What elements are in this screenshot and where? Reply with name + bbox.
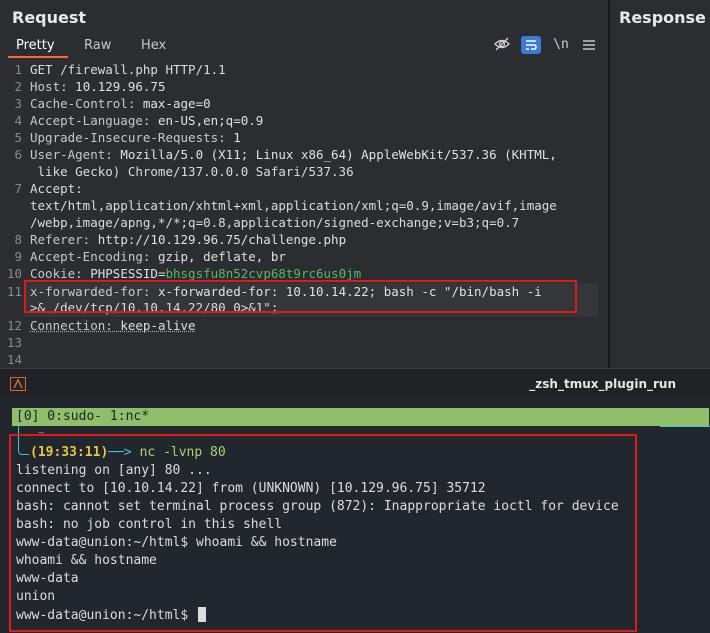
header-value: gzip, deflate, br bbox=[150, 249, 286, 264]
header-value: keep-alive bbox=[112, 318, 196, 333]
header-name: Cookie: bbox=[30, 266, 83, 281]
response-title: Response bbox=[619, 8, 706, 27]
line-number: 11 bbox=[6, 284, 22, 299]
line-number: 2 bbox=[14, 79, 22, 94]
header-cookie: Cookie: PHPSESSID=bhsgsfu8n52cvp68t9rc6u… bbox=[30, 266, 361, 281]
header-name: Cache-Control: bbox=[30, 96, 136, 111]
line-number: 7 bbox=[14, 181, 22, 196]
highlight-box-shell bbox=[9, 434, 637, 632]
header-referer: Referer: http://10.129.96.75/challenge.p… bbox=[30, 232, 346, 247]
header-accept-cont: /webp,image/apng,*/*;q=0.8,application/s… bbox=[30, 215, 520, 230]
header-value: Mozilla/5.0 (X11; Linux x86_64) AppleWeb… bbox=[112, 147, 557, 162]
header-value: 10.129.96.75 bbox=[67, 79, 166, 94]
line-number: 4 bbox=[14, 113, 22, 128]
header-connection: Connection: keep-alive bbox=[30, 318, 196, 333]
header-accept-language: Accept-Language: en-US,en;q=0.9 bbox=[30, 113, 263, 128]
header-accept-cont: text/html,application/xhtml+xml,applicat… bbox=[30, 198, 557, 213]
header-name: Referer: bbox=[30, 232, 91, 247]
header-value: max-age=0 bbox=[135, 96, 211, 111]
line-number: 1 bbox=[14, 62, 22, 77]
line-number: 8 bbox=[14, 232, 22, 247]
header-user-agent-cont: like Gecko) Chrome/137.0.0.0 Safari/537.… bbox=[30, 164, 354, 179]
cookie-key: PHPSESSID= bbox=[82, 266, 166, 281]
header-cache-control: Cache-Control: max-age=0 bbox=[30, 96, 211, 111]
header-name: Accept-Encoding: bbox=[30, 249, 151, 264]
header-value: en-US,en;q=0.9 bbox=[150, 113, 264, 128]
line-number: 5 bbox=[14, 130, 22, 145]
line-number: 10 bbox=[6, 266, 22, 281]
highlight-box-payload bbox=[24, 280, 577, 313]
request-editor[interactable]: 1 2 3 4 5 6 7 8 9 10 11 12 13 14 GET /fi… bbox=[0, 0, 600, 368]
cookie-value: bhsgsfu8n52cvp68t9rc6us0jm bbox=[165, 266, 362, 281]
tmux-status-bar[interactable]: [0] 0:sudo- 1:nc* bbox=[12, 408, 709, 426]
header-host: Host: 10.129.96.75 bbox=[30, 79, 165, 94]
terminal-titlebar: _zsh_tmux_plugin_run bbox=[0, 368, 710, 399]
header-name: Accept-Language: bbox=[30, 113, 151, 128]
header-upgrade-insecure: Upgrade-Insecure-Requests: 1 bbox=[30, 130, 241, 145]
line-number: 3 bbox=[14, 96, 22, 111]
request-line: GET /firewall.php HTTP/1.1 bbox=[30, 62, 226, 77]
header-value: http://10.129.96.75/challenge.php bbox=[90, 232, 347, 247]
header-accept-encoding: Accept-Encoding: gzip, deflate, br bbox=[30, 249, 286, 264]
line-number: 12 bbox=[6, 318, 22, 333]
line-number: 9 bbox=[14, 249, 22, 264]
terminal-logo-icon bbox=[10, 377, 26, 391]
header-name: Host: bbox=[30, 79, 68, 94]
line-number: 14 bbox=[6, 352, 22, 367]
terminal-window[interactable]: [0] 0:sudo- 1:nc* ~ (19:33:11)──> nc -lv… bbox=[0, 398, 710, 633]
terminal-title: _zsh_tmux_plugin_run bbox=[529, 377, 676, 391]
header-value: 1 bbox=[225, 130, 241, 145]
header-name: Connection: bbox=[30, 318, 113, 333]
line-number: 13 bbox=[6, 335, 22, 350]
header-name: Upgrade-Insecure-Requests: bbox=[30, 130, 226, 145]
header-name: User-Agent: bbox=[30, 147, 113, 162]
header-user-agent: User-Agent: Mozilla/5.0 (X11; Linux x86_… bbox=[30, 147, 557, 162]
response-pane: Response bbox=[610, 0, 710, 368]
prompt-decoration bbox=[660, 426, 710, 435]
header-accept: Accept: bbox=[30, 181, 83, 196]
line-number: 6 bbox=[14, 147, 22, 162]
